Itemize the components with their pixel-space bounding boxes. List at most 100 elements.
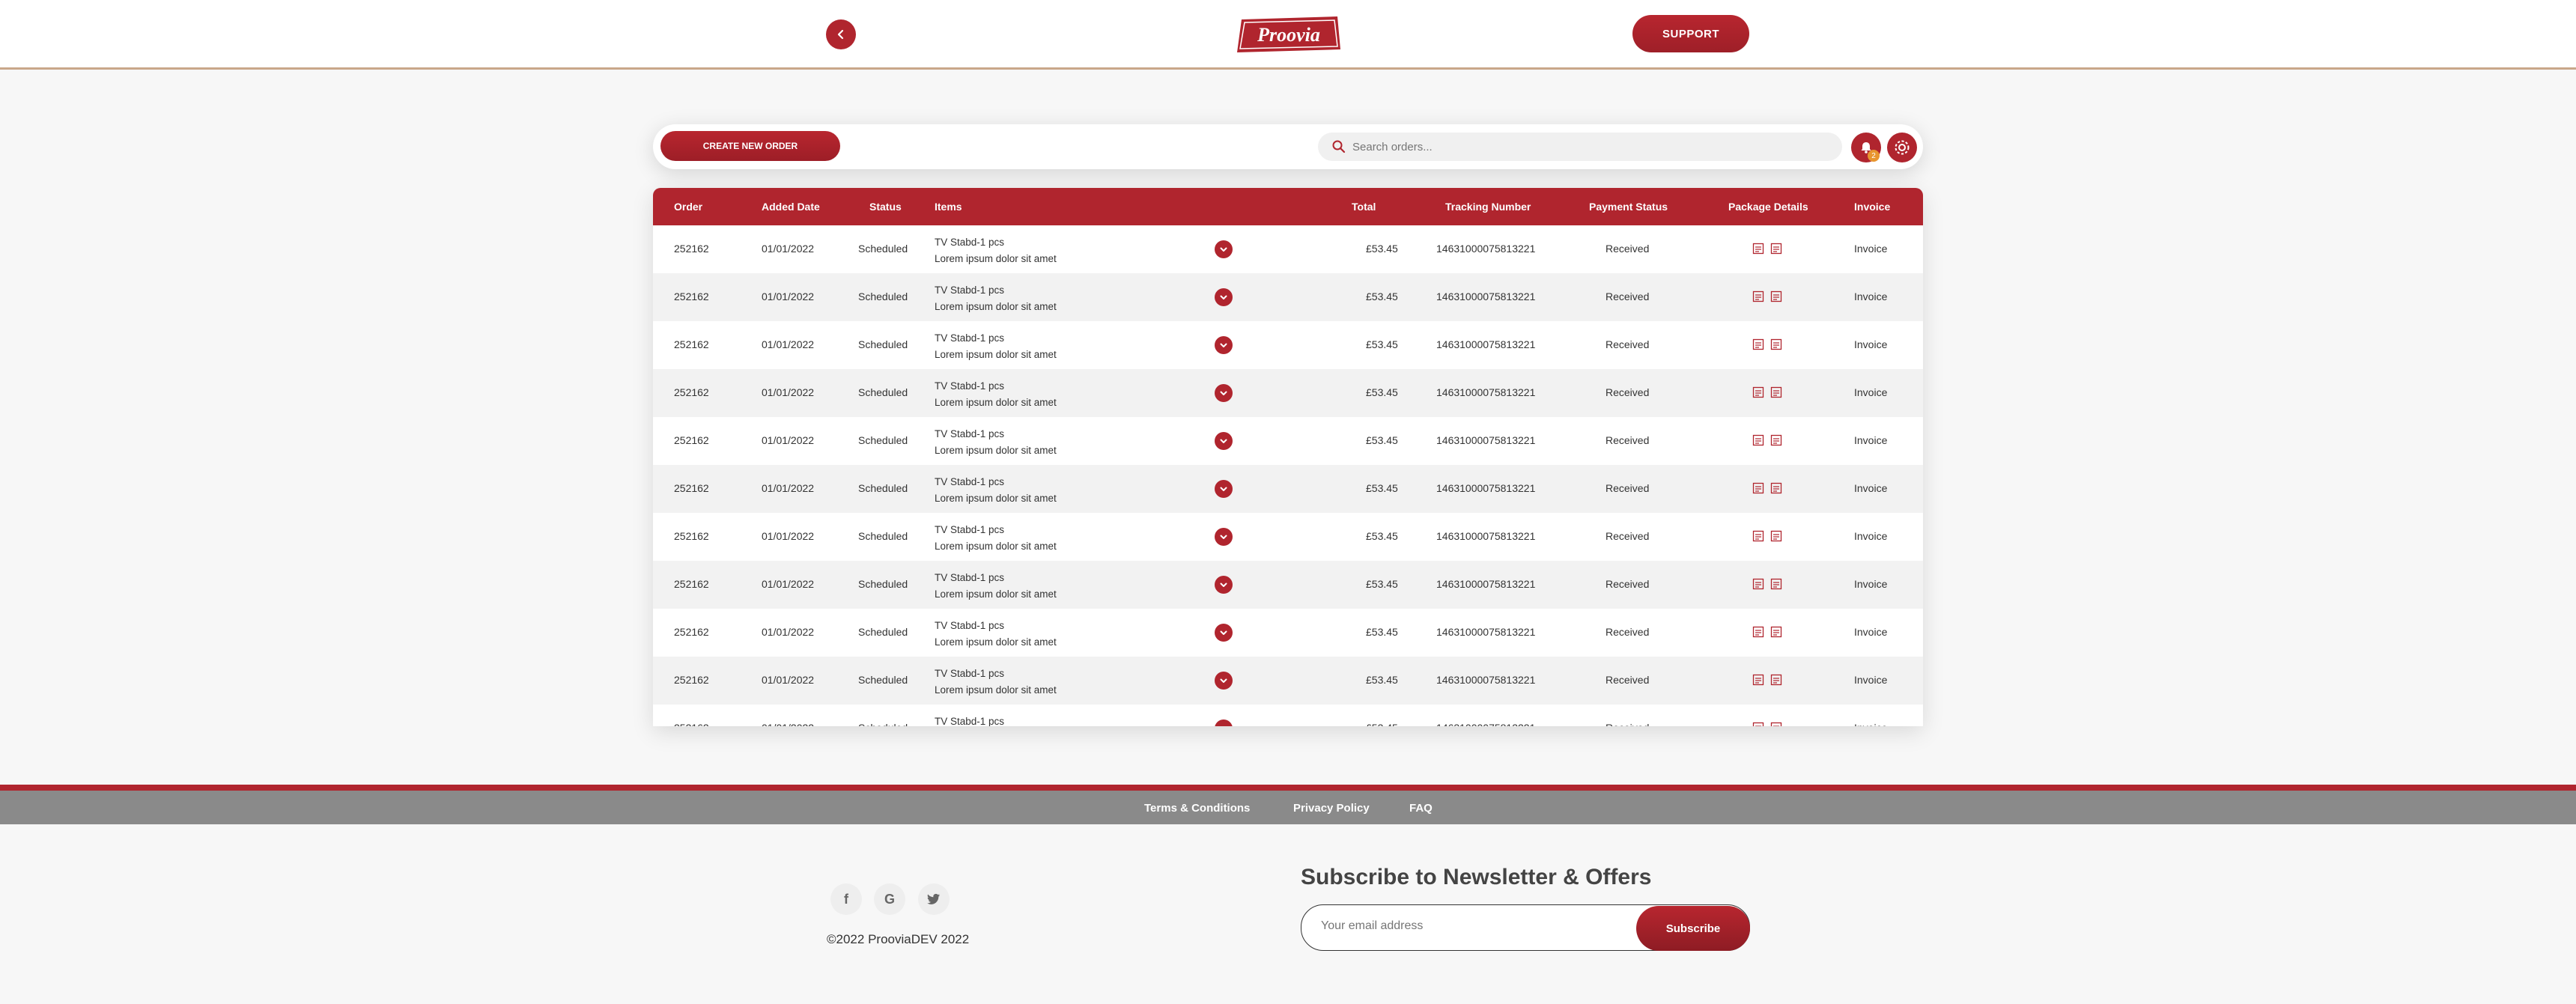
package-document-icon[interactable] [1770, 674, 1782, 686]
package-document-icon[interactable] [1770, 626, 1782, 638]
expand-row-button[interactable] [1215, 336, 1233, 354]
search-bar[interactable] [1318, 133, 1842, 161]
tracking-number[interactable]: 14631000075813221 [1436, 290, 1535, 302]
order-status: Scheduled [858, 626, 908, 638]
support-button[interactable]: SUPPORT [1632, 15, 1749, 52]
terms-link[interactable]: Terms & Conditions [1144, 802, 1250, 815]
proovia-logo[interactable]: Proovia [1237, 16, 1340, 52]
package-document-icon[interactable] [1770, 290, 1782, 302]
expand-row-button[interactable] [1215, 288, 1233, 306]
package-document-icon[interactable] [1770, 482, 1782, 494]
expand-row-button[interactable] [1215, 528, 1233, 546]
package-document-icon[interactable] [1770, 434, 1782, 446]
expand-row-button[interactable] [1215, 384, 1233, 402]
invoice-link[interactable]: Invoice [1854, 674, 1887, 686]
invoice-link[interactable]: Invoice [1854, 290, 1887, 302]
table-row[interactable]: 25216201/01/2022ScheduledTV Stabd-1 pcsL… [653, 465, 1923, 513]
expand-row-button[interactable] [1215, 240, 1233, 258]
table-row[interactable]: 25216201/01/2022ScheduledTV Stabd-1 pcsL… [653, 513, 1923, 561]
chevron-down-icon [1220, 247, 1227, 252]
invoice-link[interactable]: Invoice [1854, 578, 1887, 590]
package-label-icon[interactable] [1752, 386, 1764, 398]
table-row[interactable]: 25216201/01/2022ScheduledTV Stabd-1 pcsL… [653, 321, 1923, 369]
package-label-icon[interactable] [1752, 243, 1764, 255]
added-date: 01/01/2022 [762, 626, 815, 638]
package-document-icon[interactable] [1770, 578, 1782, 590]
faq-link[interactable]: FAQ [1409, 802, 1433, 815]
package-label-icon[interactable] [1752, 482, 1764, 494]
table-row[interactable]: 25216201/01/2022ScheduledTV Stabd-1 pcsL… [653, 225, 1923, 273]
invoice-link[interactable]: Invoice [1854, 722, 1887, 726]
table-row[interactable]: 25216201/01/2022ScheduledTV Stabd-1 pcsL… [653, 369, 1923, 417]
subscribe-button[interactable]: Subscribe [1636, 906, 1750, 951]
privacy-policy-link[interactable]: Privacy Policy [1293, 802, 1370, 815]
footer-links-bar [0, 785, 2576, 830]
tracking-number[interactable]: 14631000075813221 [1436, 674, 1535, 686]
column-header-status[interactable]: Status [869, 201, 902, 213]
invoice-link[interactable]: Invoice [1854, 338, 1887, 350]
tracking-number[interactable]: 14631000075813221 [1436, 243, 1535, 255]
column-header-invoice[interactable]: Invoice [1854, 201, 1890, 213]
package-document-icon[interactable] [1770, 338, 1782, 350]
package-label-icon[interactable] [1752, 338, 1764, 350]
tracking-number[interactable]: 14631000075813221 [1436, 578, 1535, 590]
column-header-order[interactable]: Order [674, 201, 702, 213]
create-new-order-button[interactable]: CREATE NEW ORDER [660, 131, 840, 161]
tracking-number[interactable]: 14631000075813221 [1436, 338, 1535, 350]
settings-button[interactable] [1887, 133, 1917, 162]
item-description: Lorem ipsum dolor sit amet [935, 493, 1057, 504]
expand-row-button[interactable] [1215, 480, 1233, 498]
back-button[interactable] [826, 19, 856, 49]
column-header-items[interactable]: Items [935, 201, 962, 213]
tracking-number[interactable]: 14631000075813221 [1436, 626, 1535, 638]
tracking-number[interactable]: 14631000075813221 [1436, 386, 1535, 398]
package-document-icon[interactable] [1770, 530, 1782, 542]
table-row[interactable]: 25216201/01/2022ScheduledTV Stabd-1 pcsL… [653, 273, 1923, 321]
package-document-icon[interactable] [1770, 722, 1782, 726]
invoice-link[interactable]: Invoice [1854, 386, 1887, 398]
package-label-icon[interactable] [1752, 722, 1764, 726]
package-label-icon[interactable] [1752, 578, 1764, 590]
search-input[interactable] [1351, 139, 1833, 154]
invoice-link[interactable]: Invoice [1854, 530, 1887, 542]
package-label-icon[interactable] [1752, 434, 1764, 446]
email-input[interactable] [1319, 919, 1622, 934]
table-row[interactable]: 25216201/01/2022ScheduledTV Stabd-1 pcsL… [653, 657, 1923, 705]
package-label-icon[interactable] [1752, 626, 1764, 638]
column-header-tracking-number[interactable]: Tracking Number [1445, 201, 1531, 213]
invoice-link[interactable]: Invoice [1854, 434, 1887, 446]
expand-row-button[interactable] [1215, 576, 1233, 594]
column-header-payment-status[interactable]: Payment Status [1589, 201, 1668, 213]
package-label-icon[interactable] [1752, 530, 1764, 542]
order-items: TV Stabd-1 pcs Lorem ipsum dolor sit amet [935, 234, 1057, 267]
tracking-number[interactable]: 14631000075813221 [1436, 434, 1535, 446]
order-status: Scheduled [858, 290, 908, 302]
facebook-icon[interactable]: f [830, 883, 862, 915]
expand-row-button[interactable] [1215, 624, 1233, 642]
expand-row-button[interactable] [1215, 672, 1233, 690]
package-document-icon[interactable] [1770, 386, 1782, 398]
table-row[interactable]: 25216201/01/2022ScheduledTV Stabd-1 pcsL… [653, 561, 1923, 609]
table-row[interactable]: 25216201/01/2022ScheduledTV Stabd-1 pcsL… [653, 417, 1923, 465]
twitter-icon[interactable] [918, 883, 950, 915]
package-label-icon[interactable] [1752, 674, 1764, 686]
column-header-package-details[interactable]: Package Details [1728, 201, 1808, 213]
package-document-icon[interactable] [1770, 243, 1782, 255]
expand-row-button[interactable] [1215, 719, 1233, 726]
invoice-link[interactable]: Invoice [1854, 243, 1887, 255]
payment-status: Received [1606, 722, 1649, 726]
expand-row-button[interactable] [1215, 432, 1233, 450]
google-icon[interactable]: G [874, 883, 905, 915]
tracking-number[interactable]: 14631000075813221 [1436, 722, 1535, 726]
tracking-number[interactable]: 14631000075813221 [1436, 530, 1535, 542]
table-row[interactable]: 25216201/01/2022ScheduledTV Stabd-1 pcsL… [653, 609, 1923, 657]
order-total: £53.45 [1366, 338, 1398, 350]
invoice-link[interactable]: Invoice [1854, 626, 1887, 638]
order-status: Scheduled [858, 578, 908, 590]
package-label-icon[interactable] [1752, 290, 1764, 302]
table-row[interactable]: 25216201/01/2022ScheduledTV Stabd-1 pcsL… [653, 705, 1923, 726]
tracking-number[interactable]: 14631000075813221 [1436, 482, 1535, 494]
invoice-link[interactable]: Invoice [1854, 482, 1887, 494]
column-header-total[interactable]: Total [1352, 201, 1376, 213]
column-header-added-date[interactable]: Added Date [762, 201, 820, 213]
